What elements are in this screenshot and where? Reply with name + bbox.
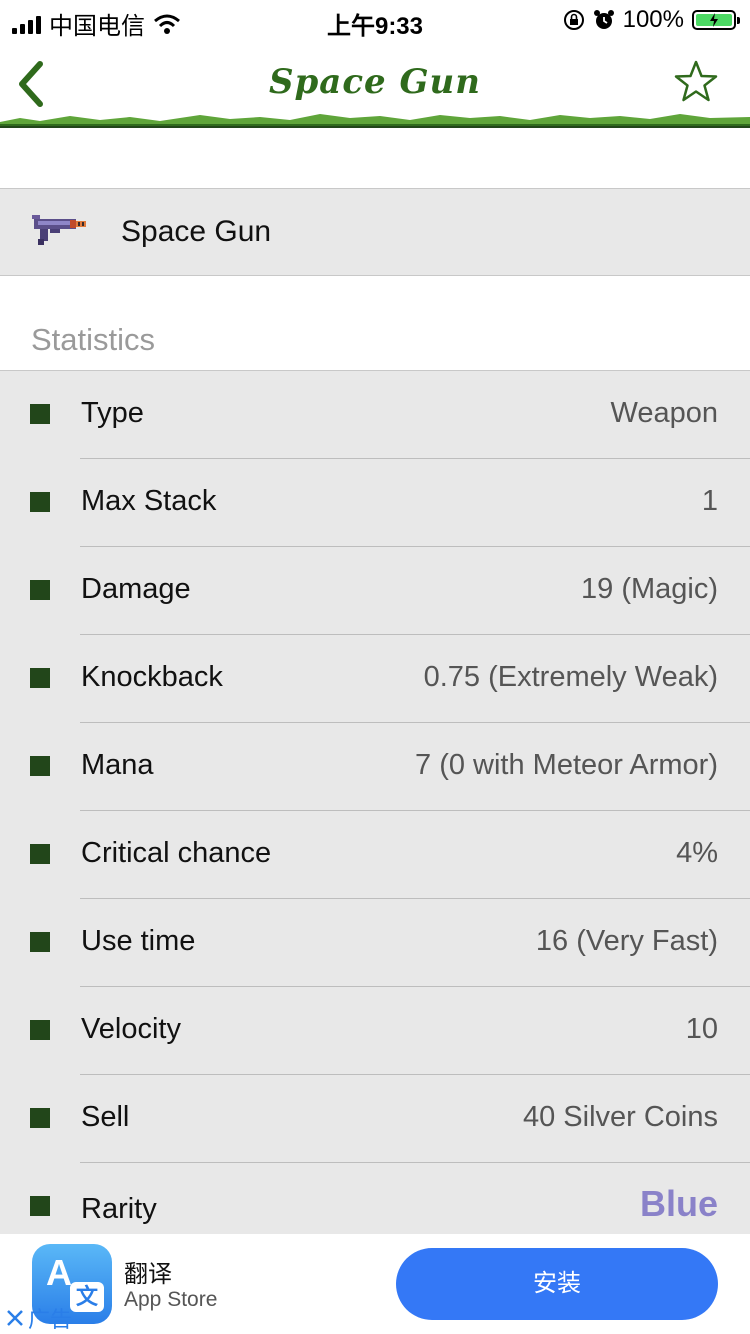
stat-value: 4% [676,837,718,869]
statistics-title: Statistics [31,322,156,357]
orientation-lock-icon [563,10,584,30]
status-right: 100% [563,6,740,34]
stat-row-knockback: Knockback 0.75 (Extremely Weak) [0,635,750,723]
bullet-icon [30,1196,50,1216]
stat-row-rarity: Rarity Blue [0,1163,750,1234]
ad-icon-char: 文 [70,1282,104,1312]
bullet-icon [30,404,50,424]
bullet-icon [30,492,50,512]
nav-bar: Space Gun [0,40,750,132]
bullet-icon [30,580,50,600]
bullet-icon [30,668,50,688]
bullet-icon [30,1020,50,1040]
statistics-list: Type Weapon Max Stack 1 Damage 19 (Magic… [0,371,750,1234]
ad-app-name: 翻译 [124,1261,172,1288]
rarity-value: Blue [639,1183,718,1224]
stat-label: Rarity [81,1193,157,1225]
stat-value: 7 (0 with Meteor Armor) [415,749,718,781]
item-name: Space Gun [121,215,272,248]
alarm-icon [593,10,614,29]
install-button[interactable]: 安装 [396,1248,718,1320]
bullet-icon [30,756,50,776]
favorite-button[interactable] [672,58,720,106]
stat-label: Type [81,397,144,429]
stat-value: 1 [701,485,718,517]
bullet-icon [30,844,50,864]
stat-row-mana: Mana 7 (0 with Meteor Armor) [0,723,750,811]
stat-value: 16 (Very Fast) [535,925,718,957]
stat-label: Damage [81,573,191,605]
ad-store-label: App Store [124,1288,218,1311]
stat-row-max-stack: Max Stack 1 [0,459,750,547]
ad-label: 广告 [28,1307,73,1332]
stat-label: Velocity [81,1013,181,1045]
grass-decoration [0,114,750,128]
stat-label: Critical chance [81,837,272,869]
stat-label: Mana [81,749,154,781]
battery-percent: 100% [622,6,684,33]
status-bar: 中国电信 上午9:33 100% [0,0,750,40]
ad-close-button[interactable]: 广告 [4,1302,72,1334]
stat-value: 19 (Magic) [581,573,718,605]
stat-value: Weapon [610,397,719,429]
stat-row-use-time: Use time 16 (Very Fast) [0,899,750,987]
stat-row-critical-chance: Critical chance 4% [0,811,750,899]
stat-row-velocity: Velocity 10 [0,987,750,1075]
stat-row-sell: Sell 40 Silver Coins [0,1075,750,1163]
space-gun-icon [32,215,86,245]
stat-row-damage: Damage 19 (Magic) [0,547,750,635]
star-outline-icon [674,60,718,102]
bullet-icon [30,1108,50,1128]
stat-value: 10 [685,1013,718,1045]
stat-row-type: Type Weapon [0,371,750,459]
stat-value: 0.75 (Extremely Weak) [423,661,718,693]
stat-value: 40 Silver Coins [522,1101,718,1133]
statistics-section-header: Statistics [0,276,750,371]
stat-label: Use time [81,925,196,957]
battery-icon [692,10,740,30]
ad-icon-letter: A [46,1252,72,1293]
bullet-icon [30,932,50,952]
page-title: Space Gun [268,62,481,102]
stat-label: Sell [81,1101,130,1133]
item-header: Space Gun [0,188,750,276]
stat-label: Max Stack [81,485,217,517]
close-icon [7,1310,23,1326]
stat-label: Knockback [81,661,223,693]
top-spacer [0,132,750,188]
ad-banner[interactable]: A 文 翻译 App Store 安装 广告 [0,1234,750,1334]
